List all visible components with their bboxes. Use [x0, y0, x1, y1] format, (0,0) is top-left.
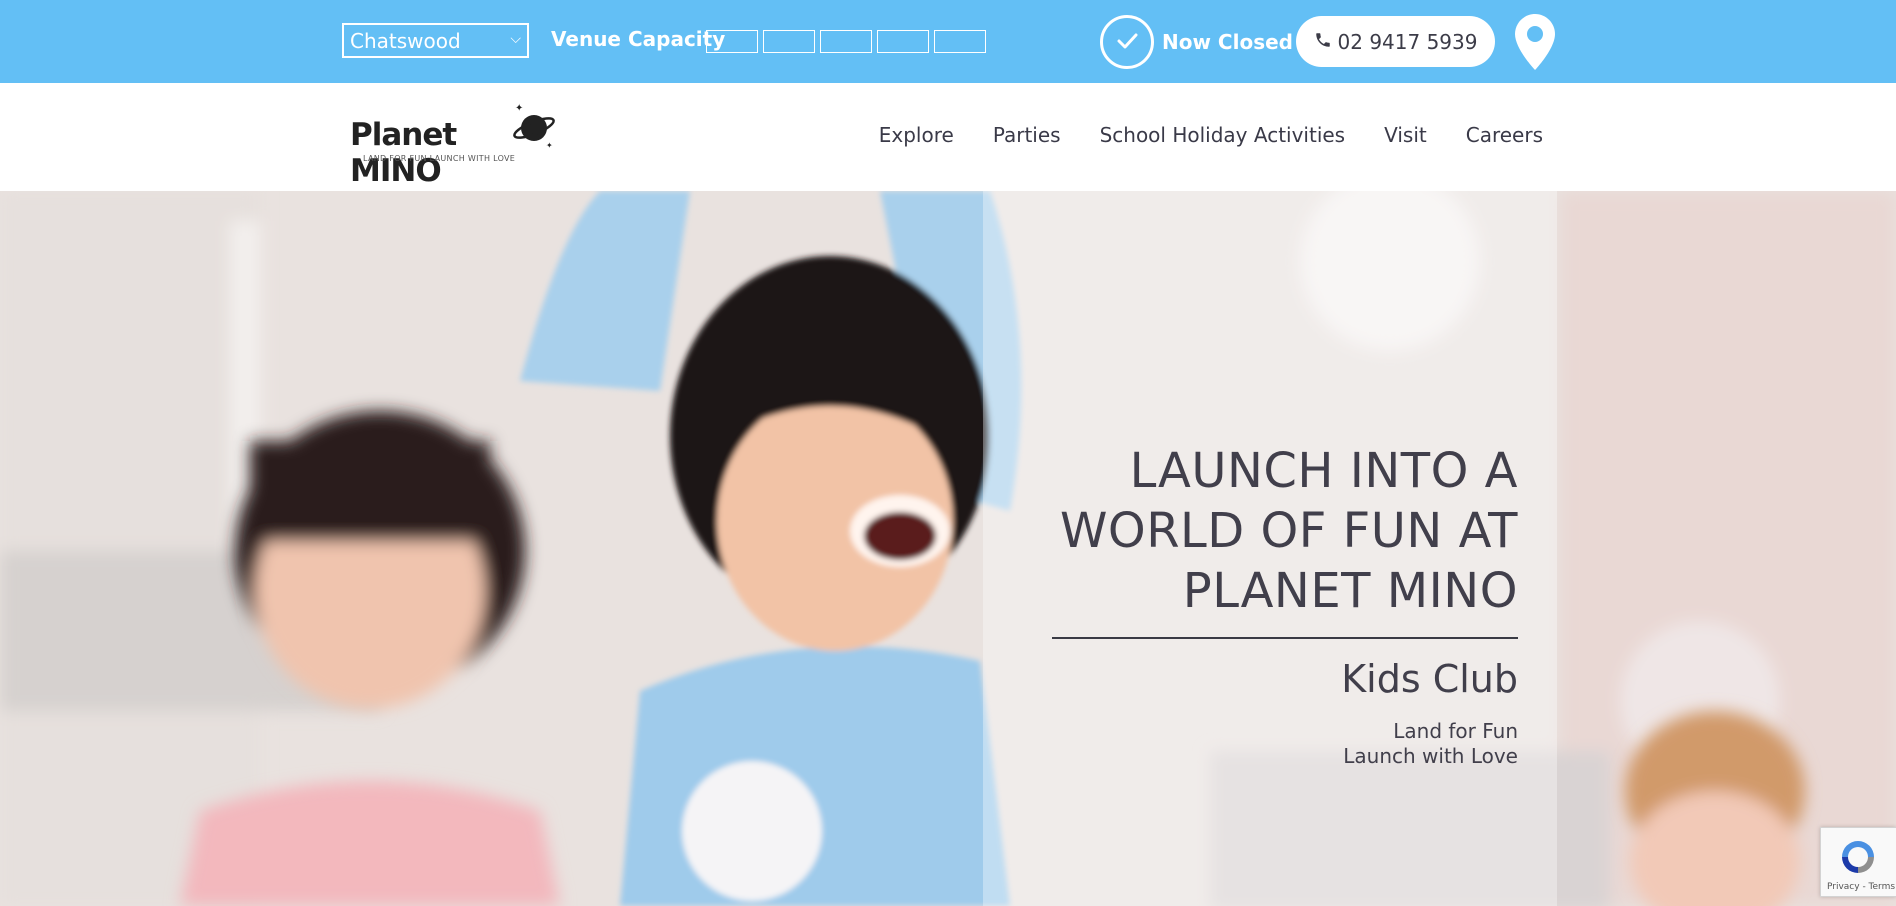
nav-item-school-holiday-activities[interactable]: School Holiday Activities [1100, 123, 1346, 147]
hero-title-line: PLANET MINO [1182, 563, 1518, 619]
capacity-segment [820, 30, 872, 53]
nav-item-explore[interactable]: Explore [879, 123, 954, 147]
nav-item-parties[interactable]: Parties [993, 123, 1061, 147]
phone-number: 02 9417 5939 [1337, 29, 1478, 54]
opening-status: Now Closed [1100, 15, 1293, 69]
capacity-segment [877, 30, 929, 53]
location-select-value: Chatswood [350, 29, 461, 53]
hero-subtitle: Kids Club [1341, 657, 1518, 701]
hero-tagline: Launch with Love [1343, 744, 1518, 768]
venue-capacity-label: Venue Capacity [551, 27, 726, 51]
svg-text:✦: ✦ [546, 141, 553, 150]
chevron-down-icon: ⌵ [510, 31, 521, 47]
capacity-segment [763, 30, 815, 53]
logo[interactable]: Planet MINO LAND FOR FUN LAUNCH WITH LOV… [350, 99, 556, 189]
hero-tagline: Land for Fun [1393, 719, 1518, 743]
svg-text:✦: ✦ [515, 103, 523, 114]
nav-item-visit[interactable]: Visit [1384, 123, 1427, 147]
location-select[interactable]: Chatswood ⌵ [342, 23, 529, 58]
nav-menu: Explore Parties School Holiday Activitie… [879, 123, 1543, 147]
hero-title-line: WORLD OF FUN AT [1059, 503, 1518, 559]
recaptcha-badge[interactable]: Privacy - Terms [1820, 827, 1896, 897]
top-bar: Chatswood ⌵ Venue Capacity Now Closed 02… [0, 0, 1896, 83]
nav-item-careers[interactable]: Careers [1466, 123, 1543, 147]
capacity-segment [934, 30, 986, 53]
phone-button[interactable]: 02 9417 5939 [1296, 16, 1495, 67]
logo-tagline: LAND FOR FUN LAUNCH WITH LOVE [363, 154, 516, 163]
recaptcha-links[interactable]: Privacy - Terms [1827, 882, 1895, 892]
hero-title: LAUNCH INTO A WORLD OF FUN AT PLANET MIN… [1038, 441, 1518, 621]
hero-banner: LAUNCH INTO A WORLD OF FUN AT PLANET MIN… [0, 191, 1896, 906]
hero-photo [0, 191, 1896, 906]
main-navbar: Planet MINO LAND FOR FUN LAUNCH WITH LOV… [0, 83, 1896, 191]
location-pin-icon[interactable] [1514, 13, 1556, 75]
hero-title-line: LAUNCH INTO A [1129, 443, 1518, 499]
clock-icon [1100, 15, 1154, 69]
recaptcha-icon [1838, 837, 1878, 881]
planet-logo-icon: ✦ ✦ [510, 101, 556, 155]
capacity-segment [706, 30, 758, 53]
hero-divider [1052, 637, 1518, 639]
hero-text: LAUNCH INTO A WORLD OF FUN AT PLANET MIN… [1038, 441, 1518, 769]
phone-icon [1314, 30, 1332, 54]
capacity-indicator [706, 30, 986, 53]
status-text: Now Closed [1162, 30, 1293, 54]
